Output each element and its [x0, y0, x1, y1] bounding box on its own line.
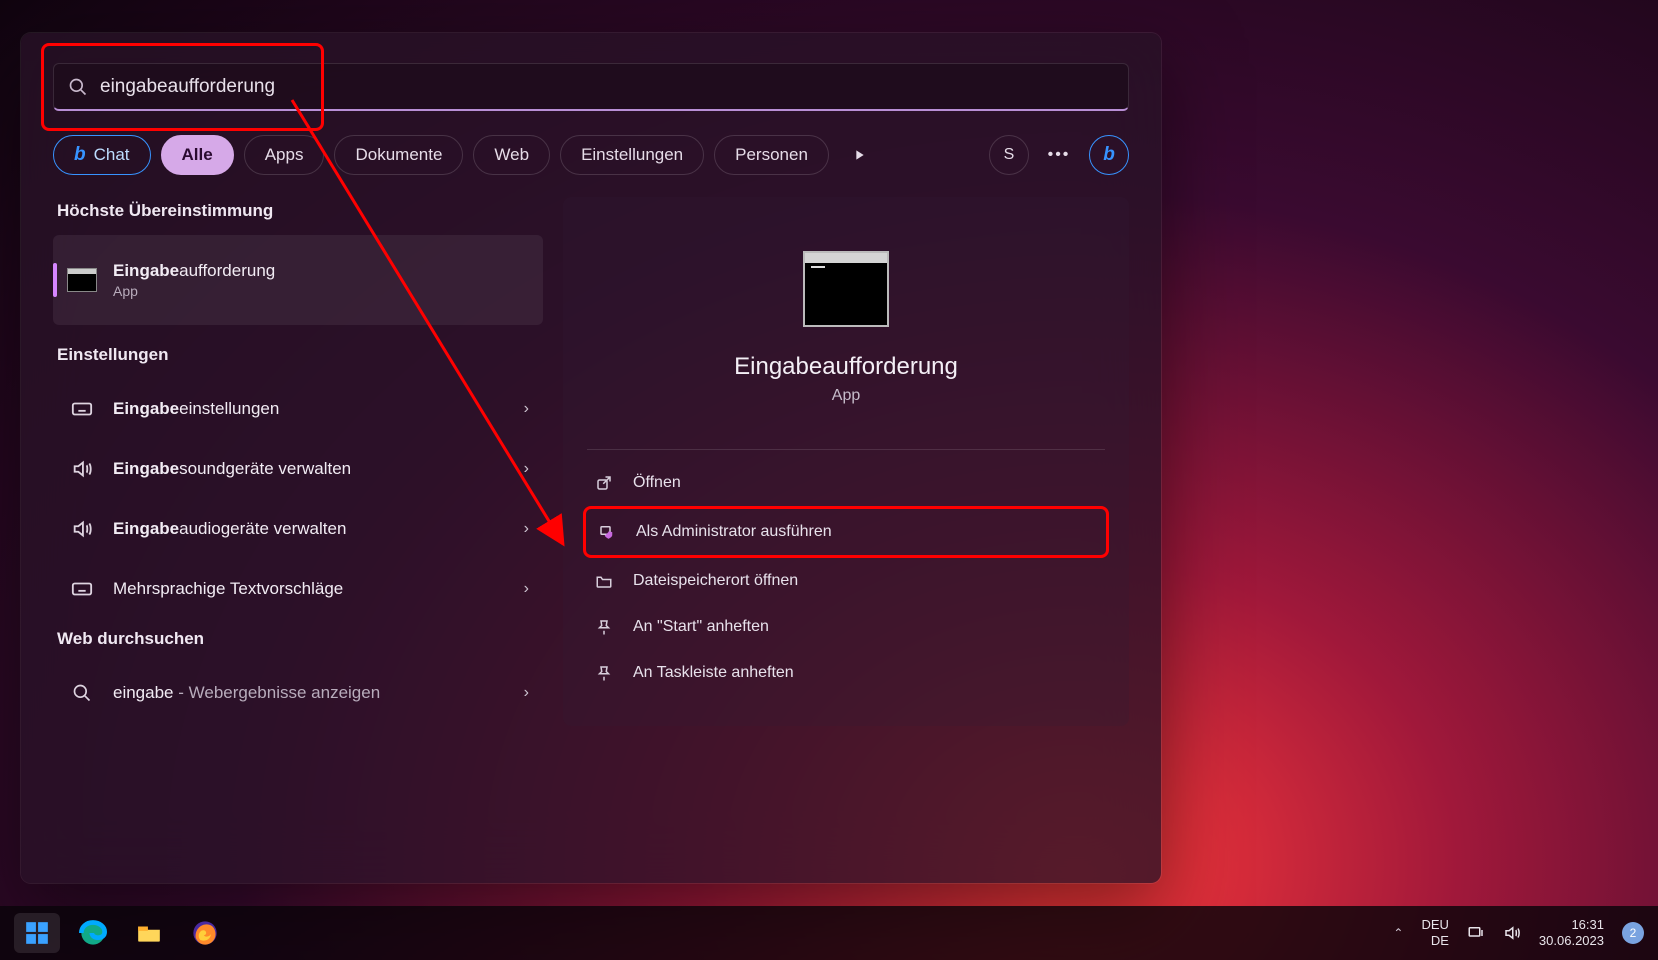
filter-web-label: Web [494, 145, 529, 165]
filter-web[interactable]: Web [473, 135, 550, 175]
result-settings-item[interactable]: Mehrsprachige Textvorschläge › [53, 559, 543, 619]
preview-panel: Eingabeaufforderung App Öffnen Als Admin… [563, 197, 1129, 726]
sound-icon [67, 518, 97, 540]
bing-icon: b [74, 144, 86, 166]
action-pin-start-label: An "Start" anheften [633, 618, 769, 636]
admin-shield-icon [596, 523, 618, 541]
result-title: Eingabeeinstellungen [113, 399, 508, 419]
cmd-icon [67, 268, 97, 292]
result-settings-item[interactable]: Eingabesoundgeräte verwalten › [53, 439, 543, 499]
taskbar: ⌃ DEU DE 16:31 30.06.2023 2 [0, 906, 1658, 960]
start-menu-panel: b Chat Alle Apps Dokumente Web Einstellu… [21, 33, 1161, 883]
edge-icon [79, 919, 107, 947]
taskbar-file-explorer[interactable] [126, 913, 172, 953]
lang-top: DEU [1421, 917, 1448, 933]
filter-documents-label: Dokumente [355, 145, 442, 165]
notification-count: 2 [1630, 926, 1637, 940]
filter-documents[interactable]: Dokumente [334, 135, 463, 175]
search-icon [68, 77, 88, 97]
result-settings-item[interactable]: Eingabeeinstellungen › [53, 379, 543, 439]
clock[interactable]: 16:31 30.06.2023 [1539, 917, 1604, 950]
folder-icon [593, 572, 615, 590]
filter-apps-label: Apps [265, 145, 304, 165]
pin-icon [593, 618, 615, 636]
search-icon [67, 683, 97, 703]
chevron-right-icon: › [524, 520, 529, 538]
preview-title: Eingabeaufforderung [563, 353, 1129, 381]
filter-chat-label: Chat [94, 145, 130, 165]
tray-overflow[interactable]: ⌃ [1393, 926, 1403, 940]
action-pin-start[interactable]: An "Start" anheften [563, 604, 1129, 650]
volume-icon[interactable] [1503, 924, 1521, 942]
action-admin-label: Als Administrator ausführen [636, 523, 832, 541]
action-open-label: Öffnen [633, 474, 681, 492]
taskbar-firefox[interactable] [182, 913, 228, 953]
play-icon [851, 147, 867, 163]
section-web: Web durchsuchen [57, 629, 543, 649]
result-settings-item[interactable]: Eingabeaudiogeräte verwalten › [53, 499, 543, 559]
start-button[interactable] [14, 913, 60, 953]
chevron-right-icon: › [524, 460, 529, 478]
avatar-initial: S [1004, 146, 1015, 164]
result-title: Mehrsprachige Textvorschläge [113, 579, 508, 599]
taskbar-edge[interactable] [70, 913, 116, 953]
notification-badge[interactable]: 2 [1622, 922, 1644, 944]
user-avatar[interactable]: S [989, 135, 1029, 175]
bing-button[interactable]: b [1089, 135, 1129, 175]
filter-more-arrow[interactable] [839, 135, 879, 175]
result-subtitle: App [113, 283, 529, 299]
firefox-icon [191, 919, 219, 947]
search-input[interactable] [100, 76, 1114, 98]
filter-settings[interactable]: Einstellungen [560, 135, 704, 175]
filter-apps[interactable]: Apps [244, 135, 325, 175]
action-open-file-location[interactable]: Dateispeicherort öffnen [563, 558, 1129, 604]
annotation-admin-highlight: Als Administrator ausführen [583, 506, 1109, 558]
more-options[interactable]: ••• [1039, 135, 1079, 175]
keyboard-icon [67, 578, 97, 600]
action-location-label: Dateispeicherort öffnen [633, 572, 798, 590]
chevron-right-icon: › [524, 400, 529, 418]
search-filter-row: b Chat Alle Apps Dokumente Web Einstellu… [53, 135, 1129, 175]
lang-bottom: DE [1421, 933, 1448, 949]
action-pin-taskbar[interactable]: An Taskleiste anheften [563, 650, 1129, 696]
sound-icon [67, 458, 97, 480]
filter-settings-label: Einstellungen [581, 145, 683, 165]
results-left-column: Höchste Übereinstimmung Eingabeaufforder… [53, 197, 543, 726]
folder-icon [135, 920, 163, 946]
result-web-search[interactable]: eingabe - Webergebnisse anzeigen › [53, 663, 543, 723]
divider [587, 449, 1105, 450]
chevron-right-icon: › [524, 580, 529, 598]
filter-people[interactable]: Personen [714, 135, 829, 175]
action-open[interactable]: Öffnen [563, 460, 1129, 506]
clock-date: 30.06.2023 [1539, 933, 1604, 949]
action-run-as-admin[interactable]: Als Administrator ausführen [586, 509, 1106, 555]
filter-chat[interactable]: b Chat [53, 135, 151, 175]
chevron-right-icon: › [524, 684, 529, 702]
result-title: Eingabesoundgeräte verwalten [113, 459, 508, 479]
windows-icon [24, 920, 50, 946]
filter-all-label: Alle [182, 145, 213, 165]
action-pin-taskbar-label: An Taskleiste anheften [633, 664, 794, 682]
bing-icon: b [1103, 144, 1115, 166]
result-title: Eingabeaudiogeräte verwalten [113, 519, 508, 539]
ellipsis-icon: ••• [1048, 146, 1071, 164]
result-title: Eingabeaufforderung [113, 261, 529, 281]
clock-time: 16:31 [1539, 917, 1604, 933]
preview-app-icon [803, 251, 889, 327]
pin-icon [593, 664, 615, 682]
network-icon[interactable] [1467, 924, 1485, 942]
filter-all[interactable]: Alle [161, 135, 234, 175]
filter-people-label: Personen [735, 145, 808, 165]
language-indicator[interactable]: DEU DE [1421, 917, 1448, 950]
search-box[interactable] [53, 63, 1129, 111]
open-icon [593, 474, 615, 492]
web-result-label: eingabe - Webergebnisse anzeigen [113, 683, 508, 703]
result-best-match[interactable]: Eingabeaufforderung App [53, 235, 543, 325]
keyboard-icon [67, 398, 97, 420]
preview-subtitle: App [563, 387, 1129, 405]
section-settings: Einstellungen [57, 345, 543, 365]
section-best-match: Höchste Übereinstimmung [57, 201, 543, 221]
